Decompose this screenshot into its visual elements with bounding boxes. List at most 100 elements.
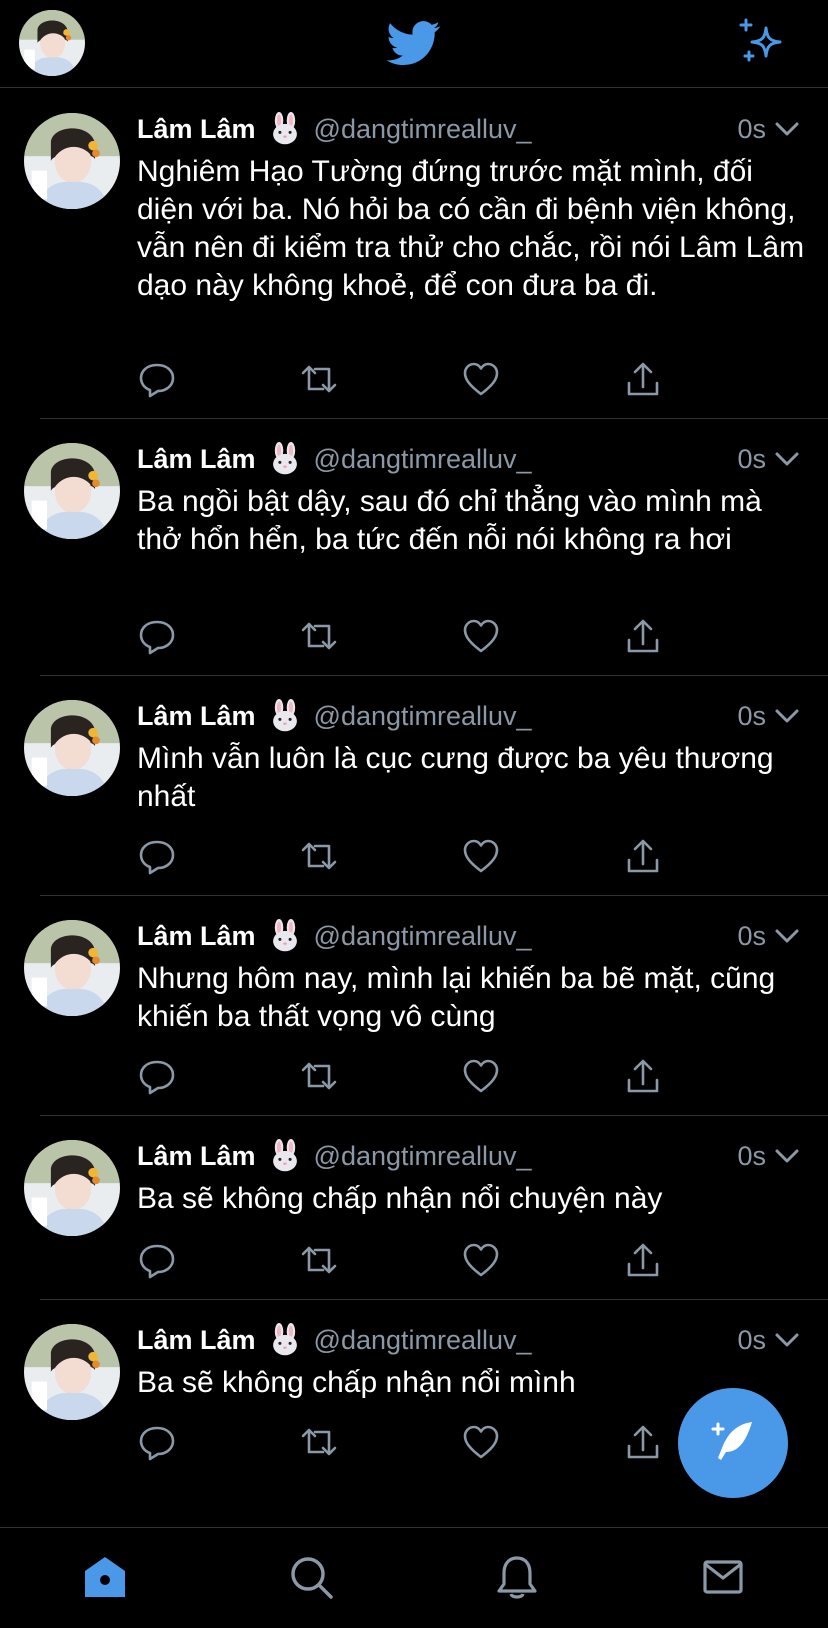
rabbit-face-icon <box>268 699 302 733</box>
tweet-actions <box>137 1056 697 1096</box>
like-button[interactable] <box>461 1422 501 1462</box>
tweet-actions <box>137 836 697 876</box>
share-button[interactable] <box>623 1240 663 1280</box>
share-icon <box>627 839 659 873</box>
chevron-down-icon[interactable] <box>774 1145 800 1167</box>
share-icon <box>627 1059 659 1093</box>
avatar[interactable] <box>24 1140 120 1236</box>
reply-button[interactable] <box>137 616 177 656</box>
display-name[interactable]: Lâm Lâm <box>137 921 256 952</box>
nav-search[interactable] <box>288 1554 334 1600</box>
timestamp: 0s <box>737 1324 766 1355</box>
tweet[interactable]: Lâm Lâm @dangtimrealluv_ 0s Ba ngồi bật dậy… <box>0 419 828 676</box>
avatar[interactable] <box>24 920 120 1016</box>
retweet-button[interactable] <box>299 836 339 876</box>
display-name[interactable]: Lâm Lâm <box>137 701 256 732</box>
avatar[interactable] <box>24 1324 120 1420</box>
chevron-down-icon[interactable] <box>774 448 800 470</box>
user-handle[interactable]: @dangtimrealluv_ <box>314 114 532 145</box>
reply-icon <box>139 620 175 655</box>
avatar[interactable] <box>24 700 120 796</box>
timeline-feed: Lâm Lâm @dangtimrealluv_ 0s Nghiêm Hạo Tườn… <box>0 89 828 1482</box>
like-button[interactable] <box>461 359 501 399</box>
top-bar <box>0 0 828 88</box>
search-icon <box>291 1557 333 1599</box>
rabbit-face-icon <box>268 1323 302 1357</box>
tweet-text: Nhưng hôm nay, mình lại khiến ba bẽ mặt,… <box>137 962 776 1033</box>
share-button[interactable] <box>623 359 663 399</box>
tweet-header: Lâm Lâm @dangtimrealluv_ 0s <box>137 696 800 736</box>
tweet[interactable]: Lâm Lâm @dangtimrealluv_ 0s Ba sẽ không chấ… <box>0 1116 828 1300</box>
tweet-header: Lâm Lâm @dangtimrealluv_ 0s <box>137 439 800 479</box>
reply-button[interactable] <box>137 359 177 399</box>
user-handle[interactable]: @dangtimrealluv_ <box>314 1325 532 1356</box>
timestamp: 0s <box>737 1140 766 1171</box>
tweet[interactable]: Lâm Lâm @dangtimrealluv_ 0s Nghiêm Hạo Tườn… <box>0 89 828 419</box>
tweet[interactable]: Lâm Lâm @dangtimrealluv_ 0s Nhưng hôm nay, … <box>0 896 828 1116</box>
share-button[interactable] <box>623 1056 663 1096</box>
reply-button[interactable] <box>137 1422 177 1462</box>
reply-icon <box>139 1426 175 1461</box>
rabbit-face-icon <box>268 919 302 953</box>
chevron-down-icon[interactable] <box>774 925 800 947</box>
display-name[interactable]: Lâm Lâm <box>137 114 256 145</box>
user-handle[interactable]: @dangtimrealluv_ <box>314 1141 532 1172</box>
rabbit-face-icon <box>268 442 302 476</box>
compose-tweet-button[interactable] <box>678 1388 788 1498</box>
tweet-text: Mình vẫn luôn là cục cưng được ba yêu th… <box>137 742 774 813</box>
like-button[interactable] <box>461 616 501 656</box>
share-icon <box>627 1243 659 1277</box>
retweet-button[interactable] <box>299 359 339 399</box>
tweet-actions <box>137 359 697 399</box>
avatar[interactable] <box>24 113 120 209</box>
user-handle[interactable]: @dangtimrealluv_ <box>314 701 532 732</box>
tweet-text: Nghiêm Hạo Tường đứng trước mặt mình, đố… <box>137 155 805 302</box>
like-button[interactable] <box>461 1056 501 1096</box>
display-name[interactable]: Lâm Lâm <box>137 1325 256 1356</box>
avatar[interactable] <box>24 443 120 539</box>
retweet-icon <box>301 622 337 650</box>
like-icon <box>463 839 499 873</box>
like-button[interactable] <box>461 1240 501 1280</box>
nav-home[interactable] <box>82 1554 128 1600</box>
share-button[interactable] <box>623 1422 663 1462</box>
chevron-down-icon[interactable] <box>774 1329 800 1351</box>
share-button[interactable] <box>623 836 663 876</box>
retweet-button[interactable] <box>299 1422 339 1462</box>
like-icon <box>463 362 499 396</box>
retweet-icon <box>301 1062 337 1090</box>
share-button[interactable] <box>623 616 663 656</box>
chevron-down-icon[interactable] <box>774 705 800 727</box>
profile-avatar[interactable] <box>19 10 85 76</box>
display-name[interactable]: Lâm Lâm <box>137 444 256 475</box>
timestamp: 0s <box>737 700 766 731</box>
nav-notifications[interactable] <box>494 1554 540 1600</box>
nav-messages[interactable] <box>700 1554 746 1600</box>
tweet-actions <box>137 616 697 656</box>
chevron-down-icon[interactable] <box>774 118 800 140</box>
retweet-button[interactable] <box>299 1056 339 1096</box>
user-handle[interactable]: @dangtimrealluv_ <box>314 444 532 475</box>
retweet-icon <box>301 365 337 393</box>
reply-button[interactable] <box>137 1240 177 1280</box>
tweet-header: Lâm Lâm @dangtimrealluv_ 0s <box>137 109 800 149</box>
retweet-icon <box>301 1246 337 1274</box>
timestamp: 0s <box>737 920 766 951</box>
display-name[interactable]: Lâm Lâm <box>137 1141 256 1172</box>
like-button[interactable] <box>461 836 501 876</box>
share-icon <box>627 619 659 653</box>
reply-button[interactable] <box>137 836 177 876</box>
reply-icon <box>139 840 175 875</box>
retweet-icon <box>301 1428 337 1456</box>
retweet-button[interactable] <box>299 1240 339 1280</box>
sparkle-icon[interactable] <box>736 16 790 70</box>
reply-button[interactable] <box>137 1056 177 1096</box>
rabbit-face-icon <box>268 1139 302 1173</box>
like-icon <box>463 1425 499 1459</box>
user-handle[interactable]: @dangtimrealluv_ <box>314 921 532 952</box>
tweet-header: Lâm Lâm @dangtimrealluv_ 0s <box>137 1136 800 1176</box>
tweet-actions <box>137 1240 697 1280</box>
tweet-header: Lâm Lâm @dangtimrealluv_ 0s <box>137 916 800 956</box>
retweet-button[interactable] <box>299 616 339 656</box>
tweet[interactable]: Lâm Lâm @dangtimrealluv_ 0s Mình vẫn luôn l… <box>0 676 828 896</box>
